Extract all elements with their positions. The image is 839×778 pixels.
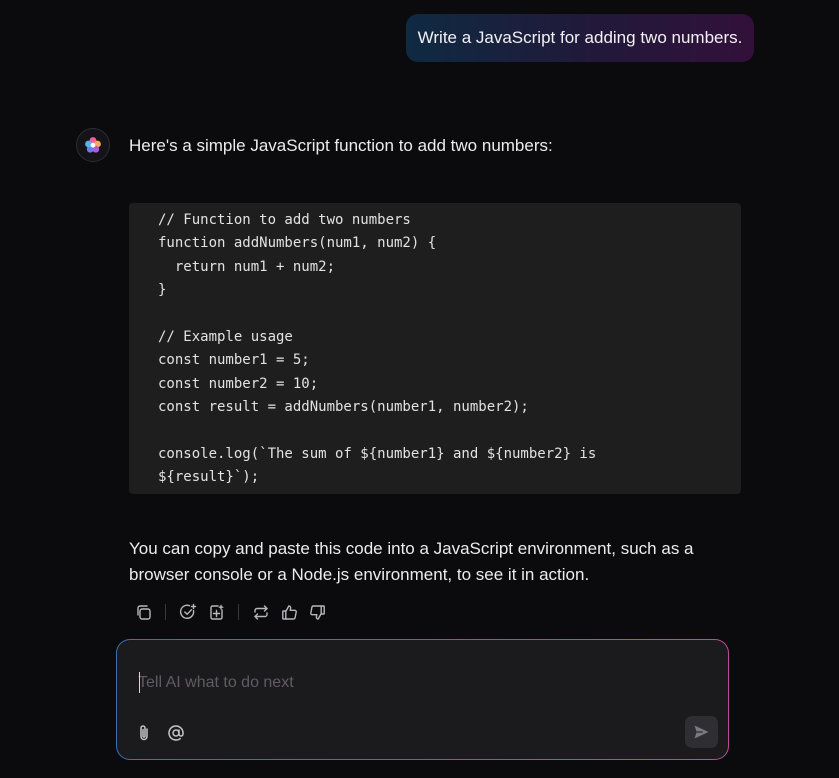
regenerate-button[interactable] [247, 600, 275, 624]
code-block: // Function to add two numbers function … [129, 203, 741, 494]
thumbs-down-button[interactable] [303, 600, 331, 624]
code-line: const number2 = 10; [158, 375, 319, 392]
code-line: return num1 + num2; [158, 258, 336, 275]
code-line: console.log(`The sum of ${number1} and $… [158, 445, 597, 462]
send-icon [694, 725, 709, 739]
add-page-icon [209, 604, 223, 620]
at-sign-icon [168, 725, 184, 741]
regenerate-icon [254, 604, 268, 620]
code-line: } [158, 282, 167, 299]
add-page-button[interactable] [202, 600, 230, 624]
prompt-input[interactable] [138, 668, 698, 698]
code-line: ${result}`); [158, 469, 260, 486]
thumbs-up-button[interactable] [275, 600, 303, 624]
send-button[interactable] [685, 716, 718, 748]
composer-inner [117, 640, 728, 759]
composer [116, 639, 729, 760]
flower-logo-icon [85, 137, 101, 153]
thumbs-down-icon [309, 604, 325, 620]
copy-icon [136, 604, 151, 620]
attach-button[interactable] [133, 722, 155, 744]
message-action-bar [129, 600, 331, 624]
thumbs-up-icon [281, 604, 297, 620]
code-line: function addNumbers(num1, num2) { [158, 235, 437, 252]
action-divider [238, 604, 239, 620]
assistant-avatar [76, 128, 110, 162]
code-line: const result = addNumbers(number1, numbe… [158, 399, 529, 416]
copy-button[interactable] [129, 600, 157, 624]
user-message-bubble: Write a JavaScript for adding two number… [406, 14, 754, 62]
user-message-text: Write a JavaScript for adding two number… [417, 28, 743, 47]
mention-button[interactable] [165, 722, 187, 744]
paperclip-icon [140, 725, 148, 741]
action-divider [165, 604, 166, 620]
check-add-icon [179, 603, 197, 619]
code-line: // Function to add two numbers [158, 212, 411, 228]
check-add-button[interactable] [174, 600, 202, 624]
code-line: // Example usage [158, 328, 293, 345]
text-caret [139, 672, 140, 693]
assistant-intro-text: Here's a simple JavaScript function to a… [129, 136, 553, 155]
assistant-summary-text: You can copy and paste this code into a … [129, 539, 694, 584]
code-line: const number1 = 5; [158, 352, 310, 369]
